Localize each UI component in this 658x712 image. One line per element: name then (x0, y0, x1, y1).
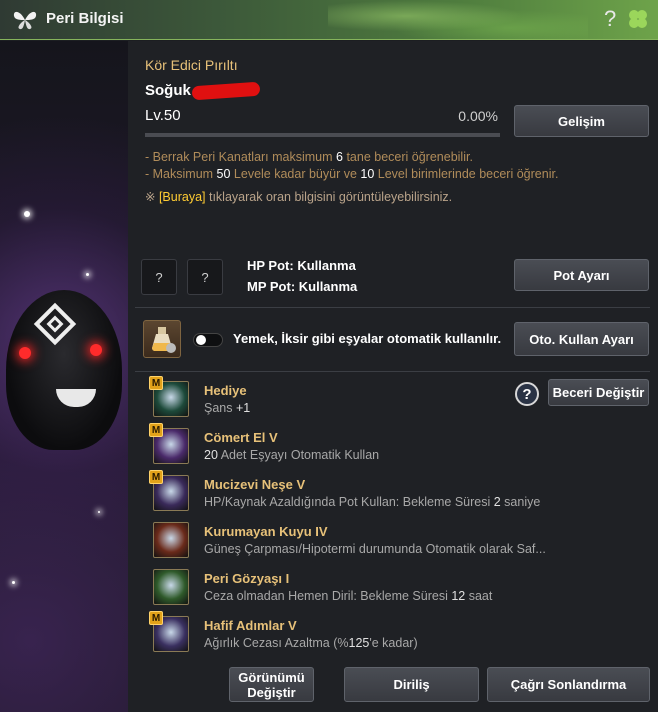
sparkle-icon (98, 511, 100, 513)
auto-use-toggle[interactable] (193, 333, 223, 347)
skill-description: HP/Kaynak Azaldığında Pot Kullan: Beklem… (204, 495, 541, 509)
hp-pot-status: HP Pot: Kullanma (247, 258, 356, 273)
fairy-eye-right (90, 344, 102, 356)
sparkle-icon (12, 581, 15, 584)
skill-help-icon[interactable]: ? (515, 382, 539, 406)
clover-icon[interactable] (627, 8, 649, 30)
auto-use-label: Yemek, İksir gibi eşyalar otomatik kulla… (233, 331, 502, 346)
skill-name: Hafif Adımlar V (204, 618, 297, 633)
skill-name: Hediye (204, 383, 247, 398)
toggle-knob (196, 335, 206, 345)
auto-use-icon (143, 320, 181, 358)
fairy-eye-left (19, 347, 31, 359)
bowl-icon[interactable] (153, 522, 189, 558)
skill-name: Peri Gözyaşı I (204, 571, 290, 586)
info-line-2: - Maksimum 50 Levele kadar büyür ve 10 L… (145, 167, 559, 181)
rate-info-link[interactable]: [Buraya] (159, 190, 206, 204)
sparkle-icon (24, 211, 30, 217)
window-title: Peri Bilgisi (46, 10, 124, 27)
potion-icon (152, 327, 176, 353)
level-progress-text: 0.00% (458, 108, 498, 124)
title-bar-decoration (328, 0, 588, 40)
skill-name: Kurumayan Kuyu IV (204, 524, 328, 539)
sparkle-icon (86, 273, 89, 276)
owner-name: Soğuk (145, 82, 191, 99)
butterfly-icon (13, 11, 37, 30)
skill-description: Ceza olmadan Hemen Diril: Bekleme Süresi… (204, 589, 493, 603)
skill-name: Cömert El V (204, 430, 278, 445)
mp-pot-slot[interactable]: ? (187, 259, 223, 295)
skill-description: Ağırlık Cezası Azaltma (%125'e kadar) (204, 636, 418, 650)
skill-description: Güneş Çarpması/Hipotermi durumunda Otoma… (204, 542, 546, 556)
pot-settings-button[interactable]: Pot Ayarı (514, 259, 649, 291)
section-divider (135, 371, 650, 372)
master-badge: M (149, 470, 163, 484)
level-value: 50 (163, 107, 181, 124)
title-bar: Peri Bilgisi ? (0, 0, 658, 40)
main-panel (128, 41, 658, 712)
fairy-name: Kör Edici Pırıltı (145, 57, 238, 73)
master-badge: M (149, 611, 163, 625)
skill-name: Mucizevi Neşe V (204, 477, 306, 492)
hp-pot-slot[interactable]: ? (141, 259, 177, 295)
fairy-portrait (0, 41, 128, 712)
level-prefix: Lv. (145, 107, 164, 124)
section-divider (135, 307, 650, 308)
master-badge: M (149, 423, 163, 437)
end-summon-button[interactable]: Çağrı Sonlandırma (487, 667, 650, 702)
fairy-level: Lv.50 (145, 107, 181, 124)
develop-button[interactable]: Gelişim (514, 105, 649, 137)
level-progress-bar (145, 133, 500, 137)
info-line-3: ※ [Buraya] tıklayarak oran bilgisini gör… (145, 190, 453, 204)
info-line-1: - Berrak Peri Kanatları maksimum 6 tane … (145, 150, 473, 164)
skill-description: 20 Adet Eşyayı Otomatik Kullan (204, 448, 380, 462)
mp-pot-status: MP Pot: Kullanma (247, 279, 358, 294)
skill-description: Şans +1 (204, 401, 251, 415)
change-appearance-button[interactable]: Görünümü Değiştir (229, 667, 314, 702)
change-skill-button[interactable]: Beceri Değiştir (548, 379, 649, 406)
help-icon[interactable]: ? (604, 6, 616, 32)
auto-use-settings-button[interactable]: Oto. Kullan Ayarı (514, 322, 649, 356)
revive-button[interactable]: Diriliş (344, 667, 479, 702)
tear-icon[interactable] (153, 569, 189, 605)
master-badge: M (149, 376, 163, 390)
